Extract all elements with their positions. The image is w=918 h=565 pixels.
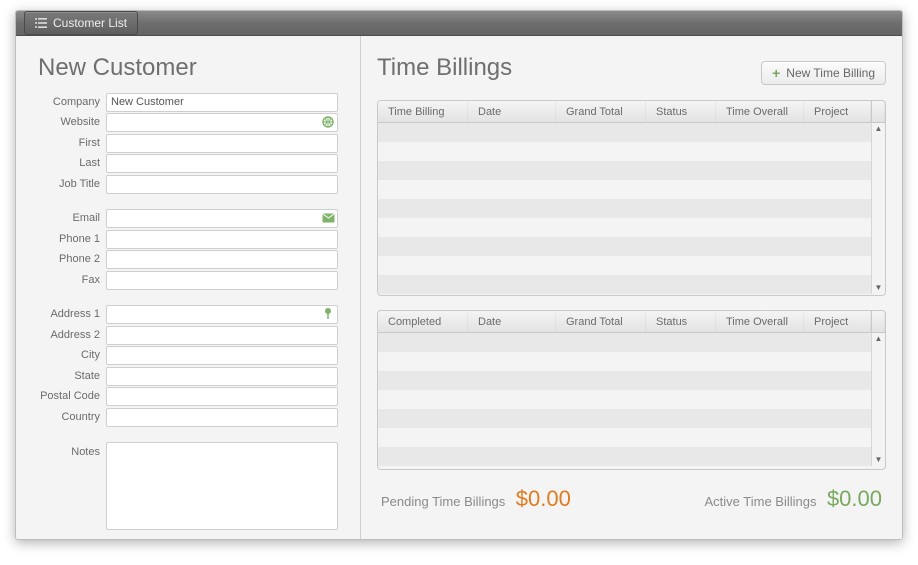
col-status2[interactable]: Status (646, 311, 716, 332)
col-time-billing[interactable]: Time Billing (378, 101, 468, 122)
customer-form-panel: New Customer Company Website First Last … (16, 36, 361, 540)
table-row[interactable] (378, 428, 871, 447)
postal-label: Postal Code (16, 390, 106, 402)
table-row[interactable] (378, 275, 871, 294)
list-icon (35, 18, 47, 28)
new-time-billing-label: New Time Billing (786, 66, 875, 80)
pending-label: Pending Time Billings (381, 494, 505, 509)
grid2-header: Completed Date Grand Total Status Time O… (378, 311, 885, 333)
email-label: Email (16, 212, 106, 224)
company-label: Company (16, 96, 106, 108)
last-input[interactable] (106, 154, 338, 173)
active-value: $0.00 (827, 486, 882, 511)
first-input[interactable] (106, 134, 338, 153)
grid1-header: Time Billing Date Grand Total Status Tim… (378, 101, 885, 123)
mail-icon[interactable] (321, 211, 335, 225)
app-window: Customer List New Customer Company Websi… (15, 10, 903, 540)
postal-input[interactable] (106, 387, 338, 406)
completed-billings-grid: Completed Date Grand Total Status Time O… (377, 310, 886, 470)
col-time-overall2[interactable]: Time Overall (716, 311, 804, 332)
toolbar: Customer List (16, 11, 902, 36)
table-row[interactable] (378, 237, 871, 256)
table-row[interactable] (378, 390, 871, 409)
col-time-overall[interactable]: Time Overall (716, 101, 804, 122)
pin-icon[interactable] (321, 307, 335, 321)
website-input[interactable] (106, 113, 338, 132)
country-input[interactable] (106, 408, 338, 427)
address1-input[interactable] (106, 305, 338, 324)
notes-label: Notes (16, 442, 106, 458)
grid1-rows (378, 123, 871, 294)
fax-label: Fax (16, 274, 106, 286)
fax-input[interactable] (106, 271, 338, 290)
scroll-down-icon[interactable]: ▼ (875, 282, 883, 294)
col-date[interactable]: Date (468, 101, 556, 122)
billings-panel: Time Billings + New Time Billing Time Bi… (361, 36, 902, 540)
phone2-label: Phone 2 (16, 253, 106, 265)
table-row[interactable] (378, 161, 871, 180)
table-row[interactable] (378, 333, 871, 352)
website-label: Website (16, 116, 106, 128)
first-label: First (16, 137, 106, 149)
city-label: City (16, 349, 106, 361)
phone2-input[interactable] (106, 250, 338, 269)
table-row[interactable] (378, 352, 871, 371)
table-row[interactable] (378, 180, 871, 199)
grid1-scrollbar[interactable]: ▲ ▼ (871, 123, 885, 294)
table-row[interactable] (378, 371, 871, 390)
table-row[interactable] (378, 409, 871, 428)
last-label: Last (16, 157, 106, 169)
table-row[interactable] (378, 256, 871, 275)
col-status[interactable]: Status (646, 101, 716, 122)
page-title: New Customer (38, 54, 346, 82)
email-input[interactable] (106, 209, 338, 228)
jobtitle-label: Job Title (16, 178, 106, 190)
grid2-scrollbar[interactable]: ▲ ▼ (871, 333, 885, 466)
globe-icon[interactable] (321, 115, 335, 129)
address2-label: Address 2 (16, 329, 106, 341)
state-label: State (16, 370, 106, 382)
table-row[interactable] (378, 142, 871, 161)
country-label: Country (16, 411, 106, 423)
time-billings-grid: Time Billing Date Grand Total Status Tim… (377, 100, 886, 296)
col-grand-total2[interactable]: Grand Total (556, 311, 646, 332)
scroll-up-icon[interactable]: ▲ (875, 333, 883, 345)
address2-input[interactable] (106, 326, 338, 345)
customer-list-button[interactable]: Customer List (24, 11, 138, 35)
col-project[interactable]: Project (804, 101, 871, 122)
billings-title: Time Billings (377, 54, 512, 82)
phone1-label: Phone 1 (16, 233, 106, 245)
notes-textarea[interactable] (106, 442, 338, 530)
col-date2[interactable]: Date (468, 311, 556, 332)
jobtitle-input[interactable] (106, 175, 338, 194)
customer-list-label: Customer List (53, 16, 127, 30)
scroll-up-icon[interactable]: ▲ (875, 123, 883, 135)
table-row[interactable] (378, 218, 871, 237)
grid2-rows (378, 333, 871, 466)
col-completed[interactable]: Completed (378, 311, 468, 332)
new-time-billing-button[interactable]: + New Time Billing (761, 61, 886, 85)
pending-value: $0.00 (516, 486, 571, 511)
table-row[interactable] (378, 199, 871, 218)
content: New Customer Company Website First Last … (16, 36, 902, 540)
address1-label: Address 1 (16, 308, 106, 320)
active-label: Active Time Billings (705, 494, 817, 509)
city-input[interactable] (106, 346, 338, 365)
company-input[interactable] (106, 93, 338, 112)
table-row[interactable] (378, 123, 871, 142)
col-project2[interactable]: Project (804, 311, 871, 332)
phone1-input[interactable] (106, 230, 338, 249)
table-row[interactable] (378, 447, 871, 466)
state-input[interactable] (106, 367, 338, 386)
totals-row: Pending Time Billings $0.00 Active Time … (377, 484, 886, 512)
col-grand-total[interactable]: Grand Total (556, 101, 646, 122)
scroll-down-icon[interactable]: ▼ (875, 454, 883, 466)
